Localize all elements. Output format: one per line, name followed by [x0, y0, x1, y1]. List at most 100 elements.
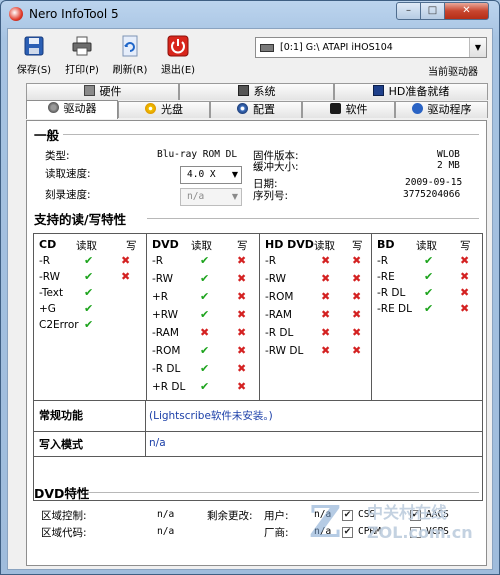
cross-icon: ✖: [460, 270, 470, 283]
read-speed-value: 4.0 X: [187, 169, 216, 180]
dvd-row-label: -ROM: [152, 345, 181, 357]
hddvd-row-label: -R DL: [265, 327, 294, 339]
bd-header: BD: [377, 238, 395, 251]
buffer-value: 2 MB: [437, 160, 460, 171]
printer-icon: [72, 36, 92, 56]
drive-select[interactable]: [0:1] G:\ ATAPI iHOS104 ▼: [255, 37, 487, 58]
write-mode-value: n/a: [149, 437, 166, 449]
cross-icon: ✖: [237, 326, 247, 339]
chevron-down-icon: ▼: [231, 170, 238, 179]
check-icon: ✔: [424, 286, 434, 299]
chevron-down-icon[interactable]: ▼: [469, 38, 486, 57]
tab-drive[interactable]: 驱动器: [26, 100, 118, 119]
maximize-button[interactable]: □: [420, 2, 445, 20]
cross-icon: ✖: [237, 272, 247, 285]
tab-hd-ready[interactable]: HD准备就绪: [334, 83, 488, 100]
cross-icon: ✖: [237, 344, 247, 357]
tab-hardware[interactable]: 硬件: [26, 83, 179, 100]
check-icon: ✔: [200, 362, 210, 375]
cross-icon: ✖: [121, 270, 131, 283]
tab-software[interactable]: 软件: [302, 101, 395, 118]
refresh-button[interactable]: 刷新(R): [108, 35, 152, 76]
general-section-title: 一般: [34, 128, 60, 143]
cross-icon: ✖: [352, 326, 362, 339]
divider: [63, 134, 479, 135]
vendor-label: 厂商:: [264, 527, 289, 539]
write-speed-select: n/a ▼: [180, 188, 242, 206]
read-speed-label: 读取速度:: [45, 168, 91, 180]
hddvd-row-label: -R: [265, 255, 277, 267]
hddvd-column: HD DVD 读取 写 -R -RW -ROM -RAM -R DL -RW D…: [260, 234, 372, 400]
cross-icon: ✖: [237, 308, 247, 321]
chevron-down-icon: ▼: [231, 192, 238, 201]
cross-icon: ✖: [321, 344, 331, 357]
region-control-value: n/a: [157, 509, 175, 520]
check-icon: ✔: [84, 286, 94, 299]
drive-select-value: [0:1] G:\ ATAPI iHOS104: [280, 42, 393, 53]
hddvd-row-label: -RAM: [265, 309, 292, 321]
hddvd-row-label: -RW: [265, 273, 287, 285]
check-icon: ✔: [84, 318, 94, 331]
grid-line: [145, 400, 146, 456]
dvd-row-label: -R DL: [152, 363, 181, 375]
features-grid: CD 读取 写 -R -RW -Text +G C2Error ✔ ✔ ✔ ✔ …: [33, 233, 483, 501]
main-window: Nero InfoTool 5 – □ ✕ 保存(S) 打印(P) 刷新(R) …: [0, 0, 500, 575]
cross-icon: ✖: [460, 254, 470, 267]
hddvd-read-header: 读取: [314, 240, 335, 252]
dvd-header: DVD: [152, 238, 179, 251]
check-icon: ✔: [200, 254, 210, 267]
cd-row-label: -R: [39, 255, 51, 267]
computer-icon: [237, 85, 249, 96]
firmware-value: WLOB: [437, 149, 460, 160]
grid-line: [34, 456, 482, 457]
dvd-read-header: 读取: [191, 240, 212, 252]
check-icon: ✔: [200, 344, 210, 357]
zol-logo-icon: Z: [309, 497, 342, 548]
exit-label: 退出(E): [160, 65, 196, 76]
close-button[interactable]: ✕: [444, 2, 489, 20]
drive-icon: [260, 44, 274, 52]
tab-drivers[interactable]: 驱动程序: [395, 101, 488, 118]
write-speed-label: 刻录速度:: [45, 189, 91, 201]
watermark-line1: 中关村在线: [367, 503, 448, 522]
bd-read-header: 读取: [416, 240, 437, 252]
disc-icon: [145, 103, 156, 114]
tab-disc[interactable]: 光盘: [118, 101, 210, 118]
type-label: 类型:: [45, 150, 70, 162]
cd-write-header: 写: [126, 240, 137, 252]
tab-system[interactable]: 系统: [179, 83, 334, 100]
region-control-label: 区域控制:: [41, 510, 87, 522]
print-button[interactable]: 打印(P): [60, 35, 104, 76]
cross-icon: ✖: [460, 286, 470, 299]
dvd-row-label: +RW: [152, 309, 179, 321]
cd-read-header: 读取: [76, 240, 97, 252]
software-icon: [329, 103, 341, 114]
toolbar: 保存(S) 打印(P) 刷新(R) 退出(E) [0:1] G:\ ATAPI …: [8, 29, 492, 81]
cross-icon: ✖: [321, 308, 331, 321]
dvd-write-header: 写: [237, 240, 248, 252]
cross-icon: ✖: [121, 254, 131, 267]
cross-icon: ✖: [321, 254, 331, 267]
refresh-label: 刷新(R): [112, 65, 148, 76]
date-value: 2009-09-15: [405, 177, 463, 188]
save-button[interactable]: 保存(S): [12, 35, 56, 76]
dvd-row-label: -R: [152, 255, 164, 267]
exit-button[interactable]: 退出(E): [156, 35, 200, 76]
bd-row-label: -R DL: [377, 287, 406, 299]
serial-label: 序列号:: [253, 190, 289, 202]
type-value: Blu-ray ROM DL: [157, 149, 238, 160]
client-area: 保存(S) 打印(P) 刷新(R) 退出(E) [0:1] G:\ ATAPI …: [7, 28, 493, 570]
cross-icon: ✖: [321, 272, 331, 285]
hddvd-row-label: -ROM: [265, 291, 294, 303]
dvd-row-label: +R DL: [152, 381, 186, 393]
cross-icon: ✖: [321, 326, 331, 339]
cross-icon: ✖: [237, 254, 247, 267]
cd-column: CD 读取 写 -R -RW -Text +G C2Error ✔ ✔ ✔ ✔ …: [34, 234, 147, 400]
tab-config[interactable]: 配置: [210, 101, 302, 118]
title-bar: Nero InfoTool 5 – □ ✕: [1, 1, 499, 28]
cross-icon: ✖: [352, 254, 362, 267]
check-icon: ✔: [84, 270, 94, 283]
minimize-button[interactable]: –: [396, 2, 421, 20]
remaining-changes-label: 剩余更改:: [207, 510, 253, 522]
read-speed-select[interactable]: 4.0 X ▼: [180, 166, 242, 184]
